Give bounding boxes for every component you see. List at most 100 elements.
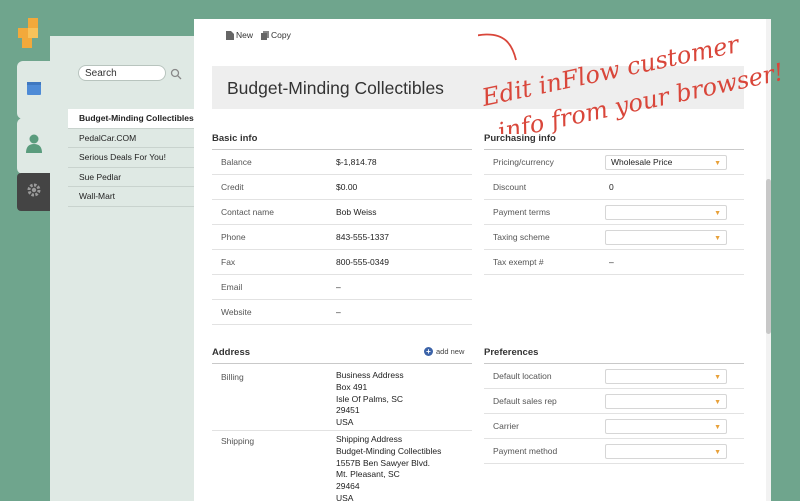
nav-tab-items[interactable]	[17, 61, 50, 119]
row-label: Carrier	[493, 421, 519, 431]
row-label: Default sales rep	[493, 396, 557, 406]
basic-info-row-contact-name[interactable]: Contact name Bob Weiss	[212, 200, 472, 225]
purchasing-row-pricing: Pricing/currency Wholesale Price ▼	[484, 150, 744, 175]
purchasing-row-payment-terms: Payment terms ▼	[484, 200, 744, 225]
row-label: Fax	[221, 257, 236, 267]
address-line: 29464	[336, 481, 360, 492]
row-label: Contact name	[221, 207, 274, 217]
address-line: 1557B Ben Sawyer Blvd.	[336, 457, 431, 468]
basic-info-heading: Basic info	[212, 133, 472, 150]
items-icon	[26, 80, 42, 101]
new-button[interactable]: New	[226, 30, 253, 40]
fax-field[interactable]: 800-555-0349	[336, 257, 389, 267]
copy-button[interactable]: Copy	[261, 30, 291, 40]
row-label: Discount	[493, 182, 527, 192]
preferences-row-default-sales-rep: Default sales rep ▼	[484, 389, 744, 414]
nav-tab-settings[interactable]	[17, 173, 50, 211]
row-label: Billing	[221, 372, 244, 382]
search-input[interactable]	[78, 65, 166, 81]
copy-icon	[261, 30, 270, 40]
carrier-dropdown[interactable]: ▼	[605, 418, 727, 434]
tax-exempt-field[interactable]: –	[605, 257, 614, 267]
app-logo-icon	[14, 18, 48, 52]
row-label: Phone	[221, 232, 246, 242]
dropdown-value: Wholesale Price	[611, 156, 673, 167]
row-label: Shipping	[221, 436, 255, 446]
purchasing-row-discount[interactable]: Discount 0	[484, 175, 744, 200]
taxing-scheme-dropdown[interactable]: ▼	[605, 229, 727, 245]
address-line: 29451	[336, 405, 360, 416]
new-button-label: New	[236, 30, 254, 40]
plus-icon: +	[424, 347, 433, 356]
search-icon[interactable]	[170, 67, 182, 80]
billing-address-row[interactable]: Billing Business Address Box 491 Isle Of…	[212, 368, 472, 431]
address-line: Box 491	[336, 381, 368, 392]
payment-method-dropdown[interactable]: ▼	[605, 443, 727, 459]
purchasing-row-tax-exempt[interactable]: Tax exempt # –	[484, 250, 744, 275]
row-label: Payment method	[493, 446, 558, 456]
vertical-scrollbar[interactable]	[766, 19, 771, 501]
toolbar: New Copy	[226, 30, 291, 40]
balance-value: $-1,814.78	[336, 157, 377, 167]
basic-info-row-credit: Credit $0.00	[212, 175, 472, 200]
basic-info-row-email[interactable]: Email –	[212, 275, 472, 300]
row-label: Pricing/currency	[493, 157, 554, 167]
customer-list-panel: Budget-Minding Collectibles PedalCar.COM…	[60, 36, 195, 501]
customer-list-item[interactable]: Serious Deals For You!	[68, 148, 195, 168]
rail-strip	[50, 36, 60, 501]
preferences-heading: Preferences	[484, 347, 744, 364]
customer-list-item[interactable]: Budget-Minding Collectibles	[68, 109, 195, 129]
email-field[interactable]: –	[336, 282, 341, 292]
row-label: Credit	[221, 182, 244, 192]
discount-field[interactable]: 0	[605, 182, 614, 192]
gear-icon	[26, 182, 42, 203]
row-label: Balance	[221, 157, 252, 167]
shipping-address-value[interactable]: Shipping Address Budget-Minding Collecti…	[336, 432, 441, 501]
customer-list-item[interactable]: Sue Pedlar	[68, 168, 195, 187]
address-line: Isle Of Palms, SC	[336, 393, 404, 404]
chevron-down-icon: ▼	[714, 234, 721, 242]
row-label: Email	[221, 282, 243, 292]
chevron-down-icon: ▼	[714, 159, 721, 167]
nav-tab-customers[interactable]	[17, 118, 50, 174]
row-label: Default location	[493, 371, 552, 381]
phone-field[interactable]: 843-555-1337	[336, 232, 389, 242]
contact-name-field[interactable]: Bob Weiss	[336, 207, 376, 217]
customer-name-title[interactable]: Budget-Minding Collectibles	[227, 78, 444, 99]
row-label: Tax exempt #	[493, 257, 544, 267]
customer-list-item[interactable]: PedalCar.COM	[68, 129, 195, 148]
new-document-icon	[226, 30, 234, 40]
preferences-row-carrier: Carrier ▼	[484, 414, 744, 439]
website-field[interactable]: –	[336, 307, 341, 317]
credit-value: $0.00	[336, 182, 358, 192]
address-line: USA	[336, 417, 354, 428]
row-label: Website	[221, 307, 252, 317]
basic-info-row-fax[interactable]: Fax 800-555-0349	[212, 250, 472, 275]
customer-title-bar: Budget-Minding Collectibles	[212, 66, 744, 109]
default-location-dropdown[interactable]: ▼	[605, 368, 727, 384]
basic-info-row-website[interactable]: Website –	[212, 300, 472, 325]
preferences-row-default-location: Default location ▼	[484, 364, 744, 389]
add-new-address-button[interactable]: + add new	[424, 347, 464, 356]
purchasing-row-taxing-scheme: Taxing scheme ▼	[484, 225, 744, 250]
default-sales-rep-dropdown[interactable]: ▼	[605, 393, 727, 409]
copy-button-label: Copy	[271, 30, 291, 40]
chevron-down-icon: ▼	[714, 209, 721, 217]
address-line: Budget-Minding Collectibles	[336, 445, 442, 456]
basic-info-row-phone[interactable]: Phone 843-555-1337	[212, 225, 472, 250]
customer-list: Budget-Minding Collectibles PedalCar.COM…	[68, 109, 195, 207]
address-line: Shipping Address	[336, 434, 403, 444]
payment-terms-dropdown[interactable]: ▼	[605, 204, 727, 220]
scrollbar-thumb[interactable]	[766, 179, 771, 334]
billing-address-value[interactable]: Business Address Box 491 Isle Of Palms, …	[336, 368, 404, 430]
address-line: Mt. Pleasant, SC	[336, 469, 400, 480]
chevron-down-icon: ▼	[714, 398, 721, 406]
basic-info-row-balance: Balance $-1,814.78	[212, 150, 472, 175]
customer-list-item[interactable]: Wall-Mart	[68, 187, 195, 207]
row-label: Payment terms	[493, 207, 551, 217]
chevron-down-icon: ▼	[714, 448, 721, 456]
shipping-address-row[interactable]: Shipping Shipping Address Budget-Minding…	[212, 432, 472, 501]
pricing-currency-dropdown[interactable]: Wholesale Price ▼	[605, 154, 727, 170]
customer-icon	[25, 134, 43, 159]
address-line: Business Address	[336, 370, 404, 380]
